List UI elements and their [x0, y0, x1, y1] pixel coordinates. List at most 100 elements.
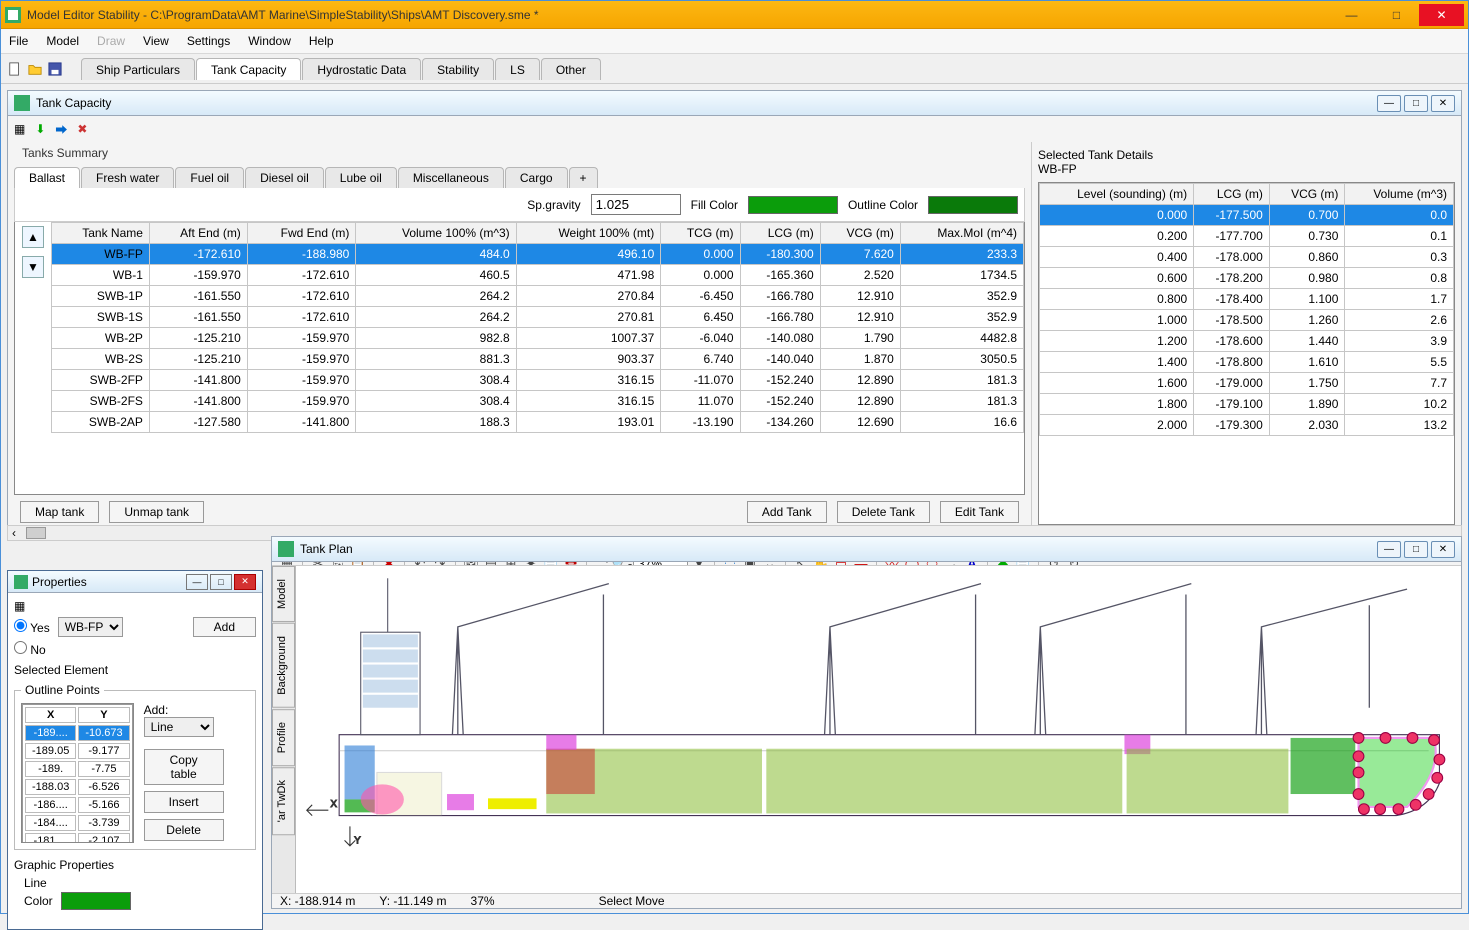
table-row[interactable]: SWB-2FP-141.800-159.970308.4316.15-11.07… — [52, 370, 1024, 391]
tank-plan-titlebar[interactable]: Tank Plan — □ ✕ — [272, 537, 1461, 562]
detail-header[interactable]: LCG (m) — [1194, 184, 1270, 205]
tab-tank-capacity[interactable]: Tank Capacity — [196, 58, 301, 80]
table-row[interactable]: WB-FP-172.610-188.980484.0496.100.000-18… — [52, 244, 1024, 265]
new-icon[interactable] — [7, 61, 23, 77]
table-row[interactable]: 0.000-177.5000.7000.0 — [1040, 205, 1454, 226]
tab-stability[interactable]: Stability — [422, 58, 494, 80]
radio-yes[interactable]: Yes — [14, 619, 50, 635]
plan-max-button[interactable]: □ — [1404, 541, 1428, 558]
table-row[interactable]: -184....-3.739 — [25, 815, 130, 831]
vtab-model[interactable]: Model — [272, 566, 295, 622]
tank-header[interactable]: Aft End (m) — [149, 223, 247, 244]
vtab-twdk[interactable]: 'ar TwDk — [272, 767, 295, 835]
tank-header[interactable]: Volume 100% (m^3) — [356, 223, 516, 244]
pt-header[interactable]: Y — [78, 707, 129, 723]
menu-file[interactable]: File — [9, 34, 28, 48]
tanktab-add[interactable]: + — [569, 167, 598, 188]
tank-header[interactable]: LCG (m) — [740, 223, 820, 244]
export-icon[interactable]: ⮕ — [55, 121, 67, 138]
outline-color-swatch[interactable] — [928, 196, 1018, 214]
subwin-close-button[interactable]: ✕ — [1431, 95, 1455, 112]
detail-header[interactable]: Volume (m^3) — [1345, 184, 1454, 205]
table-row[interactable]: WB-1-159.970-172.610460.5471.980.000-165… — [52, 265, 1024, 286]
table-row[interactable]: WB-2S-125.210-159.970881.3903.376.740-14… — [52, 349, 1024, 370]
add-tank-button[interactable]: Add Tank — [747, 501, 827, 523]
table-row[interactable]: SWB-1P-161.550-172.610264.2270.84-6.450-… — [52, 286, 1024, 307]
table-row[interactable]: -189.05-9.177 — [25, 743, 130, 759]
tank-capacity-titlebar[interactable]: Tank Capacity — □ ✕ — [8, 91, 1461, 116]
menu-view[interactable]: View — [143, 34, 169, 48]
tab-hydrostatic[interactable]: Hydrostatic Data — [302, 58, 421, 80]
tanktab-freshwater[interactable]: Fresh water — [81, 167, 174, 188]
expand-icon[interactable]: ▦ — [14, 122, 25, 136]
open-icon[interactable] — [27, 61, 43, 77]
table-row[interactable]: -189.-7.75 — [25, 761, 130, 777]
prop-max-button[interactable]: □ — [210, 574, 232, 590]
tab-other[interactable]: Other — [541, 58, 601, 80]
table-row[interactable]: SWB-2AP-127.580-141.800188.3193.01-13.19… — [52, 412, 1024, 433]
tank-header[interactable]: Weight 100% (mt) — [516, 223, 661, 244]
expand-prop-icon[interactable]: ▦ — [14, 599, 25, 613]
tank-header[interactable]: Fwd End (m) — [247, 223, 356, 244]
table-row[interactable]: 0.600-178.2000.9800.8 — [1040, 268, 1454, 289]
menu-help[interactable]: Help — [309, 34, 334, 48]
vtab-background[interactable]: Background — [272, 623, 295, 708]
table-row[interactable]: 2.000-179.3002.03013.2 — [1040, 415, 1454, 436]
tank-header[interactable]: Tank Name — [52, 223, 150, 244]
tab-ls[interactable]: LS — [495, 58, 540, 80]
unmap-tank-button[interactable]: Unmap tank — [109, 501, 204, 523]
menu-window[interactable]: Window — [248, 34, 291, 48]
table-row[interactable]: SWB-1S-161.550-172.610264.2270.816.450-1… — [52, 307, 1024, 328]
tanktab-cargo[interactable]: Cargo — [505, 167, 568, 188]
map-tank-button[interactable]: Map tank — [20, 501, 99, 523]
tank-header[interactable]: VCG (m) — [820, 223, 900, 244]
points-table[interactable]: XY-189....-10.673-189.05-9.177-189.-7.75… — [22, 704, 133, 843]
table-row[interactable]: WB-2P-125.210-159.970982.81007.37-6.040-… — [52, 328, 1024, 349]
menu-model[interactable]: Model — [46, 34, 79, 48]
tab-ship-particulars[interactable]: Ship Particulars — [81, 58, 195, 80]
prop-min-button[interactable]: — — [186, 574, 208, 590]
table-row[interactable]: 0.200-177.7000.7300.1 — [1040, 226, 1454, 247]
tank-header[interactable]: Max.MoI (m^4) — [900, 223, 1023, 244]
tanktab-lubeoil[interactable]: Lube oil — [325, 167, 397, 188]
table-row[interactable]: -188.03-6.526 — [25, 779, 130, 795]
menu-settings[interactable]: Settings — [187, 34, 230, 48]
plan-min-button[interactable]: — — [1377, 541, 1401, 558]
radio-no[interactable]: No — [14, 641, 46, 657]
tank-header[interactable]: TCG (m) — [661, 223, 740, 244]
import-icon[interactable]: ⬇ — [35, 122, 45, 136]
table-row[interactable]: 1.000-178.5001.2602.6 — [1040, 310, 1454, 331]
delete-tank-button[interactable]: Delete Tank — [837, 501, 930, 523]
save-icon[interactable] — [47, 61, 63, 77]
copy-table-button[interactable]: Copy table — [144, 749, 224, 785]
vtab-profile[interactable]: Profile — [272, 709, 295, 766]
move-down-button[interactable]: ▼ — [22, 256, 44, 278]
subwin-min-button[interactable]: — — [1377, 95, 1401, 112]
edit-tank-button[interactable]: Edit Tank — [940, 501, 1019, 523]
detail-header[interactable]: VCG (m) — [1269, 184, 1345, 205]
clear-icon[interactable]: ✖ — [77, 122, 87, 136]
add-type-select[interactable]: Line — [144, 717, 214, 737]
sp-gravity-input[interactable] — [591, 194, 681, 215]
insert-button[interactable]: Insert — [144, 791, 224, 813]
fill-color-swatch[interactable] — [748, 196, 838, 214]
tank-select[interactable]: WB-FP — [58, 617, 123, 637]
tanks-table[interactable]: Tank NameAft End (m)Fwd End (m)Volume 10… — [51, 222, 1024, 433]
table-row[interactable]: -186....-5.166 — [25, 797, 130, 813]
table-row[interactable]: 1.800-179.1001.89010.2 — [1040, 394, 1454, 415]
plan-close-button[interactable]: ✕ — [1431, 541, 1455, 558]
tanktab-misc[interactable]: Miscellaneous — [398, 167, 504, 188]
details-table[interactable]: Level (sounding) (m)LCG (m)VCG (m)Volume… — [1039, 183, 1454, 436]
table-row[interactable]: 0.800-178.4001.1001.7 — [1040, 289, 1454, 310]
table-row[interactable]: -189....-10.673 — [25, 725, 130, 741]
tanktab-dieseloil[interactable]: Diesel oil — [245, 167, 324, 188]
add-prop-button[interactable]: Add — [193, 617, 256, 637]
table-row[interactable]: 0.400-178.0000.8600.3 — [1040, 247, 1454, 268]
minimize-button[interactable]: — — [1329, 4, 1374, 26]
tanktab-fueloil[interactable]: Fuel oil — [175, 167, 244, 188]
properties-titlebar[interactable]: Properties — □ ✕ — [8, 571, 262, 593]
table-row[interactable]: -181....-2.107 — [25, 833, 130, 843]
table-row[interactable]: 1.600-179.0001.7507.7 — [1040, 373, 1454, 394]
move-up-button[interactable]: ▲ — [22, 226, 44, 248]
prop-color-swatch[interactable] — [61, 892, 131, 910]
